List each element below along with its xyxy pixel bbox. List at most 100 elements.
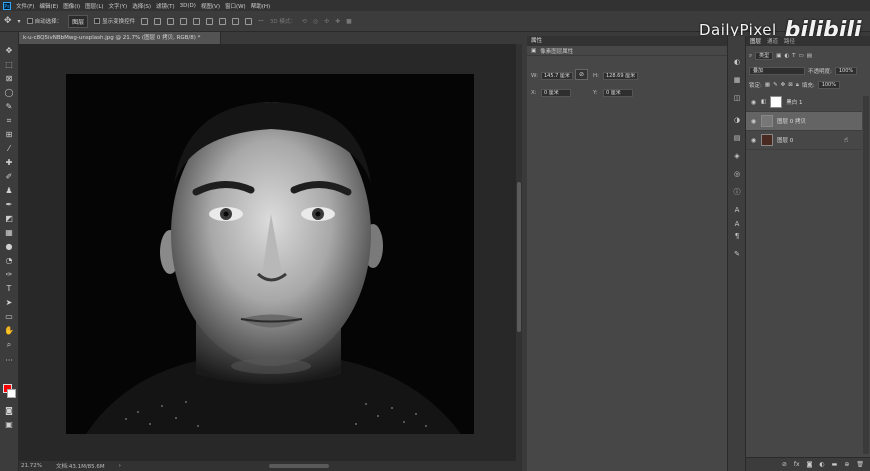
color-panel-icon[interactable]: ◐ — [732, 58, 742, 66]
swatches-panel-icon[interactable]: ▦ — [732, 76, 742, 84]
zoom-level[interactable]: 21.72% — [21, 463, 42, 469]
height-field[interactable]: 128.69 厘米 — [603, 72, 638, 80]
3d-orbit-icon[interactable]: ⟲ — [302, 18, 307, 25]
layer-mask-thumbnail[interactable] — [770, 96, 783, 108]
clone-stamp-icon[interactable]: ♟ — [4, 186, 14, 195]
layers-scrollbar[interactable] — [863, 96, 869, 454]
menu-view[interactable]: 视图(V) — [201, 2, 220, 10]
filter-shape-icon[interactable]: ▭ — [799, 53, 804, 59]
healing-brush-icon[interactable]: ✚ — [4, 158, 14, 167]
zoom-icon[interactable]: ⌕ — [4, 340, 14, 349]
new-layer-icon[interactable]: ⊕ — [844, 461, 849, 468]
tab-paths[interactable]: 路径 — [784, 37, 795, 45]
background-color-swatch[interactable] — [7, 389, 16, 398]
layer-row-selected[interactable]: ◉ 图层 0 拷贝 — [746, 112, 862, 131]
align-bottom-icon[interactable] — [206, 17, 214, 25]
link-icon[interactable]: ⊘ — [575, 69, 588, 80]
blur-icon[interactable]: ● — [4, 242, 14, 251]
eye-icon[interactable]: ◉ — [750, 137, 757, 144]
align-center-icon[interactable] — [154, 17, 162, 25]
distribute-vertical-icon[interactable] — [232, 17, 240, 25]
lock-paint-icon[interactable]: ✎ — [773, 82, 778, 88]
align-top-icon[interactable] — [180, 17, 188, 25]
menu-type[interactable]: 文字(Y) — [109, 2, 128, 10]
3d-roll-icon[interactable]: ◎ — [313, 18, 318, 25]
menu-filter[interactable]: 滤镜(T) — [156, 2, 175, 10]
rectangle-icon[interactable]: ▭ — [4, 312, 14, 321]
document-tab[interactable]: k-u-c8Q5ivNBbMwg-unsplash.jpg @ 21.7% (图… — [19, 32, 221, 44]
lasso-icon[interactable]: ◯ — [4, 88, 14, 97]
3d-slide-icon[interactable]: ✚ — [335, 18, 340, 25]
3d-scale-icon[interactable]: ■ — [346, 18, 352, 25]
info-panel-icon[interactable]: ⓘ — [732, 188, 742, 196]
canvas-vertical-scrollbar[interactable] — [516, 44, 522, 471]
libraries-panel-icon[interactable]: ▤ — [732, 134, 742, 142]
filter-adjust-icon[interactable]: ◐ — [784, 53, 789, 59]
menu-layer[interactable]: 图层(L) — [85, 2, 103, 10]
menu-3d[interactable]: 3D(D) — [180, 3, 196, 9]
brush-settings-icon[interactable]: ✎ — [732, 250, 742, 258]
edit-toolbar-icon[interactable]: ··· — [4, 356, 14, 365]
layer-filter-dropdown[interactable]: 类型 — [755, 52, 774, 60]
y-field[interactable]: 0 厘米 — [603, 89, 633, 97]
adjustments-panel-icon[interactable]: ◑ — [732, 116, 742, 124]
blend-mode-dropdown[interactable]: 叠加 — [749, 67, 805, 75]
hand-icon[interactable]: ✋ — [4, 326, 14, 335]
type-icon[interactable]: T — [4, 284, 14, 293]
lock-all-icon[interactable]: 🔒︎ — [796, 82, 799, 89]
3d-panel-icon[interactable]: ◎ — [732, 170, 742, 178]
quick-mask-icon[interactable]: ◙ — [4, 406, 14, 415]
distribute-horizontal-icon[interactable] — [245, 17, 253, 25]
scrollbar-thumb[interactable] — [517, 182, 521, 332]
quick-select-icon[interactable]: ✎ — [4, 102, 14, 111]
eye-icon[interactable]: ◉ — [750, 118, 757, 125]
eraser-icon[interactable]: ◩ — [4, 214, 14, 223]
menu-select[interactable]: 选择(S) — [132, 2, 151, 10]
lock-pixels-icon[interactable]: ▦ — [765, 82, 770, 88]
layer-thumbnail[interactable] — [761, 115, 773, 127]
tab-channels[interactable]: 通道 — [767, 37, 778, 45]
paths-panel-icon[interactable]: ◈ — [732, 152, 742, 160]
tab-layers[interactable]: 图层 — [750, 37, 761, 45]
x-field[interactable]: 0 厘米 — [541, 89, 571, 97]
history-brush-icon[interactable]: ✒ — [4, 200, 14, 209]
new-group-icon[interactable]: ▬ — [832, 461, 838, 468]
crop-icon[interactable]: ⌗ — [4, 116, 14, 125]
fill-field[interactable]: 100% — [817, 81, 840, 89]
frame-icon[interactable]: ⊞ — [4, 130, 14, 139]
eyedropper-icon[interactable]: ⁄ — [4, 144, 14, 153]
eye-icon[interactable]: ◉ — [750, 99, 757, 106]
opacity-field[interactable]: 100% — [834, 67, 858, 75]
lock-position-icon[interactable]: ✥ — [781, 82, 786, 88]
paragraph-panel-icon[interactable]: ¶ — [732, 232, 742, 240]
path-select-icon[interactable]: ➤ — [4, 298, 14, 307]
more-options-icon[interactable]: ··· — [258, 18, 264, 25]
layer-style-icon[interactable]: fx — [794, 461, 800, 468]
auto-select-dropdown[interactable]: 图层 — [68, 14, 89, 28]
horizontal-scrollbar-thumb[interactable] — [269, 464, 329, 468]
gradient-icon[interactable]: ▦ — [4, 228, 14, 237]
status-arrow-icon[interactable]: › — [119, 463, 121, 469]
menu-image[interactable]: 图像(I) — [63, 2, 80, 10]
canvas-area[interactable] — [19, 44, 516, 461]
dodge-icon[interactable]: ◔ — [4, 256, 14, 265]
layer-row[interactable]: ◉ 图层 0 ☝ — [746, 131, 862, 150]
menu-edit[interactable]: 编辑(E) — [39, 2, 58, 10]
menu-help[interactable]: 帮助(H) — [251, 2, 270, 10]
align-middle-icon[interactable] — [193, 17, 201, 25]
pen-icon[interactable]: ✑ — [4, 270, 14, 279]
brush-icon[interactable]: ✐ — [4, 172, 14, 181]
filter-pixel-icon[interactable]: ▣ — [776, 53, 781, 59]
filter-type-icon[interactable]: T — [792, 53, 795, 59]
align-right-icon[interactable] — [167, 17, 175, 25]
delete-layer-icon[interactable]: 🗑︎ — [856, 461, 864, 468]
screen-mode-icon[interactable]: ▣ — [4, 420, 14, 429]
character-panel-icon[interactable]: A — [732, 206, 742, 214]
artboard-icon[interactable]: ⊠ — [4, 74, 14, 83]
align-left-icon[interactable] — [141, 17, 149, 25]
layer-row[interactable]: ◉ ◧ 黑白 1 — [746, 93, 862, 112]
add-mask-icon[interactable]: ◙ — [807, 461, 813, 468]
lock-artboard-icon[interactable]: ⊠ — [788, 82, 793, 88]
filter-smart-icon[interactable]: ▤ — [807, 53, 812, 59]
show-transform-checkbox[interactable] — [94, 18, 101, 24]
